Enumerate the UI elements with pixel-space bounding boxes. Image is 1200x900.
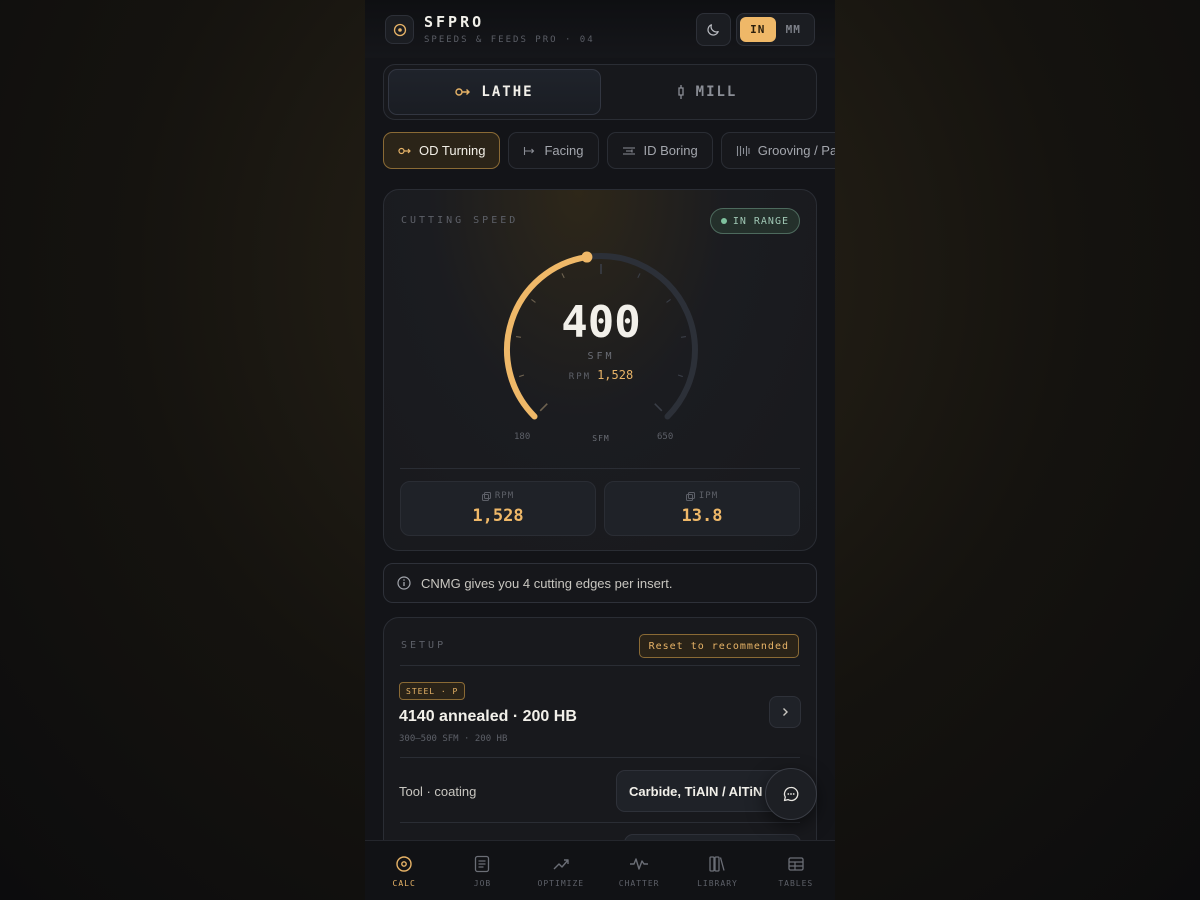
unit-in-button[interactable]: IN — [740, 17, 776, 42]
gauge-tick — [654, 403, 663, 412]
gauge-axis-label: SFM — [592, 434, 610, 443]
tip-text: CNMG gives you 4 cutting edges per inser… — [421, 575, 673, 591]
calc-icon — [396, 856, 412, 872]
rpm-stat-label: RPM — [494, 491, 515, 501]
cutting-speed-card: CUTTING SPEED IN RANGE 400 SFM RPM 1,528 … — [383, 189, 817, 551]
material-select-button[interactable] — [769, 696, 801, 728]
gauge-rpm-label: RPM — [568, 372, 592, 382]
mill-icon — [677, 85, 684, 99]
material-details: 300–500 SFM · 200 HB — [399, 734, 508, 744]
od-turning-icon — [398, 147, 411, 154]
tip-banner: CNMG gives you 4 cutting edges per inser… — [383, 563, 817, 603]
nav-chatter-label: CHATTER — [618, 879, 660, 888]
tool-coating-label: Tool · coating — [399, 784, 477, 799]
rpm-stat-header: RPM — [401, 491, 595, 501]
tab-grooving[interactable]: Grooving / Pa — [720, 132, 835, 169]
bottom-nav: CALC JOB OPTIMIZE CHATTER LIBRARY TABLES — [365, 840, 835, 900]
tab-grooving-label: Grooving / Pa — [757, 143, 835, 158]
rpm-stat: RPM 1,528 — [400, 481, 596, 536]
info-icon — [397, 576, 411, 590]
unit-toggle: IN MM — [736, 13, 815, 46]
nav-tables-label: TABLES — [778, 879, 814, 888]
theme-toggle-button[interactable] — [696, 13, 731, 46]
facing-icon — [524, 146, 535, 155]
logo-button[interactable] — [385, 15, 414, 44]
moon-icon — [707, 24, 719, 36]
tab-od-turning-label: OD Turning — [419, 143, 486, 158]
id-boring-icon — [622, 146, 635, 155]
app-screen: SFPRO SPEEDS & FEEDS PRO · 04 IN MM LATH… — [365, 0, 835, 900]
optimize-icon — [553, 859, 569, 870]
chatter-icon — [630, 858, 649, 870]
nav-library-label: LIBRARY — [697, 879, 738, 888]
chat-button[interactable] — [765, 768, 817, 820]
unit-mm-button[interactable]: MM — [776, 17, 812, 42]
nav-tables[interactable]: TABLES — [757, 841, 835, 900]
app-header: SFPRO SPEEDS & FEEDS PRO · 04 IN MM — [365, 0, 835, 58]
operation-tabs: OD Turning Facing ID Boring Grooving / P… — [383, 132, 835, 170]
ipm-stat: IPM 13.8 — [604, 481, 800, 536]
ipm-stat-value: 13.8 — [681, 506, 723, 526]
ipm-stat-header: IPM — [605, 491, 799, 501]
material-name[interactable]: 4140 annealed · 200 HB — [399, 708, 577, 726]
gauge-handle — [581, 251, 593, 263]
gauge-tick — [561, 273, 565, 279]
chevron-right-icon — [783, 708, 788, 716]
reset-to-recommended-button[interactable]: Reset to recommended — [638, 634, 799, 658]
tables-icon — [788, 857, 804, 871]
gauge-tick — [637, 273, 641, 279]
machine-mode-switch: LATHE MILL — [383, 64, 817, 120]
nav-calc-label: CALC — [392, 879, 416, 888]
card-divider — [400, 468, 800, 469]
ipm-stat-label: IPM — [698, 491, 719, 501]
mode-lathe-button[interactable]: LATHE — [388, 69, 601, 115]
target-icon — [393, 23, 406, 36]
cutting-speed-value: 400 — [561, 297, 641, 348]
tab-id-boring-label: ID Boring — [643, 143, 698, 158]
mode-mill-button[interactable]: MILL — [601, 69, 812, 115]
setup-divider — [400, 822, 800, 823]
material-group-badge: STEEL · P — [399, 682, 466, 700]
nav-chatter[interactable]: CHATTER — [600, 841, 678, 900]
nav-calc[interactable]: CALC — [365, 841, 443, 900]
setup-divider — [400, 757, 800, 758]
cutting-speed-unit: SFM — [587, 351, 615, 362]
nav-job-label: JOB — [473, 879, 492, 888]
gauge-rpm-value: 1,528 — [597, 368, 634, 382]
nav-job[interactable]: JOB — [443, 841, 521, 900]
nav-optimize[interactable]: OPTIMIZE — [522, 841, 600, 900]
app-title: SFPRO — [424, 13, 485, 31]
gauge-rpm-readout: RPM 1,528 — [384, 368, 818, 382]
library-icon — [709, 856, 726, 872]
nav-optimize-label: OPTIMIZE — [537, 879, 585, 888]
job-icon — [475, 855, 490, 873]
copy-icon — [685, 491, 695, 501]
app-subtitle: SPEEDS & FEEDS PRO · 04 — [424, 35, 595, 45]
lathe-icon — [455, 88, 471, 96]
brand: SFPRO SPEEDS & FEEDS PRO · 04 — [424, 13, 595, 45]
gauge-max-label: 650 — [657, 432, 674, 442]
nav-library[interactable]: LIBRARY — [678, 841, 756, 900]
grooving-icon — [736, 145, 750, 156]
mode-lathe-label: LATHE — [481, 84, 534, 100]
tab-id-boring[interactable]: ID Boring — [606, 132, 713, 169]
mode-mill-label: MILL — [695, 84, 738, 100]
gauge-tick — [539, 403, 548, 412]
setup-divider — [400, 665, 800, 666]
tab-facing[interactable]: Facing — [508, 132, 599, 169]
tab-facing-label: Facing — [544, 143, 584, 158]
copy-icon — [481, 491, 491, 501]
setup-label: SETUP — [401, 640, 447, 651]
tab-od-turning[interactable]: OD Turning — [383, 132, 501, 169]
chat-bubble-icon — [783, 786, 799, 802]
rpm-stat-value: 1,528 — [472, 506, 524, 526]
